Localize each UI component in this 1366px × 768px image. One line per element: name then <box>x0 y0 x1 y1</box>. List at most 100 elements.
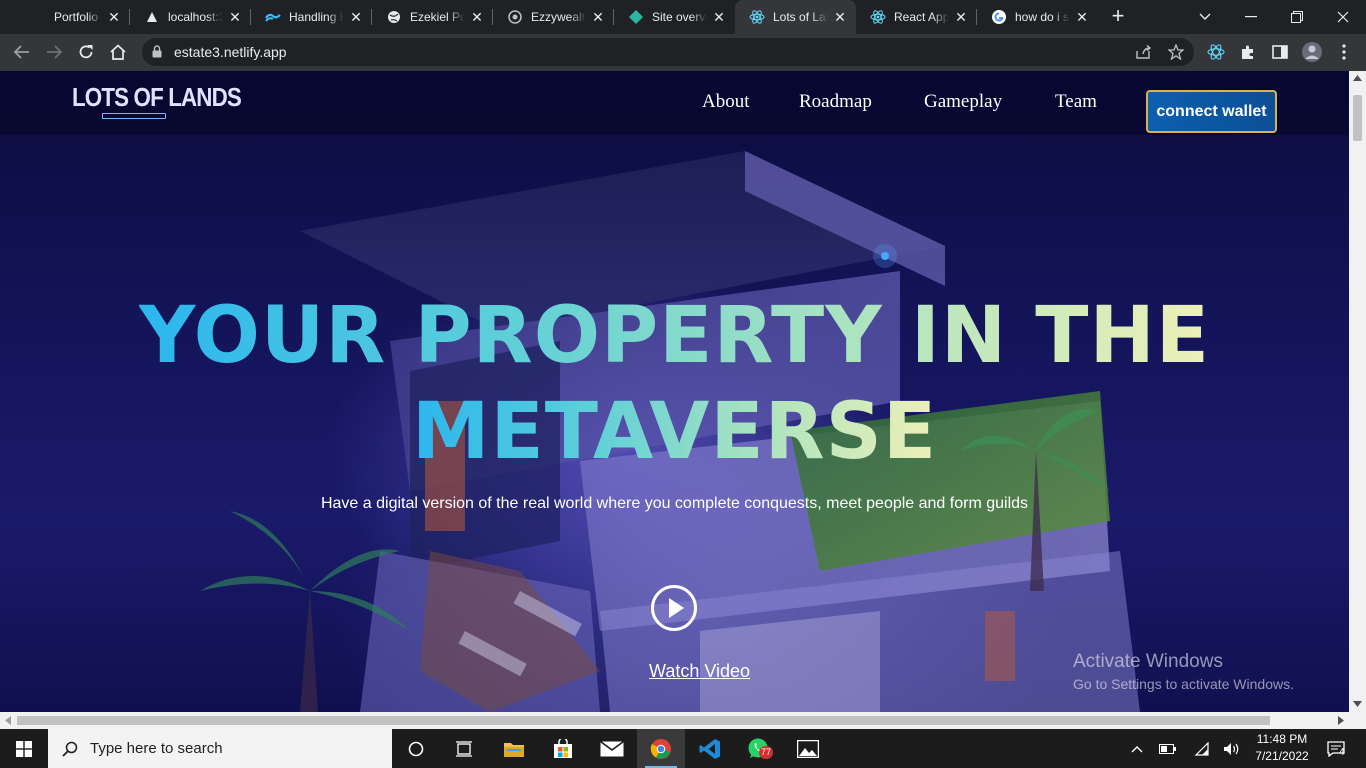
close-tab-icon[interactable]: ✕ <box>590 9 606 25</box>
tab-title: how do i s <box>1015 10 1070 24</box>
close-window-button[interactable] <box>1320 0 1366 34</box>
browser-toolbar: estate3.netlify.app <box>0 34 1366 71</box>
more-menu-icon[interactable] <box>1332 40 1356 64</box>
hero-headline: METAVERSE <box>0 384 1349 480</box>
hero-headline-line1: YOUR PROPERTY IN THE <box>138 291 1211 381</box>
lock-icon[interactable] <box>152 45 162 63</box>
scroll-left-arrow-icon[interactable] <box>5 716 11 725</box>
profile-avatar[interactable] <box>1300 40 1324 64</box>
microsoft-store-icon[interactable] <box>539 729 587 768</box>
restore-button[interactable] <box>1274 0 1320 34</box>
system-clock[interactable]: 11:48 PM 7/21/2022 <box>1254 731 1310 765</box>
scroll-right-arrow-icon[interactable] <box>1338 716 1344 725</box>
back-arrow-icon[interactable] <box>10 40 34 64</box>
hero-headline-line2: METAVERSE <box>411 387 938 477</box>
tab-lots-of-lands[interactable]: Lots of Lan ✕ <box>735 0 856 34</box>
tab-title: Handling H <box>289 10 344 24</box>
chrome-taskbar-icon[interactable] <box>637 729 685 768</box>
tab-strip: Portfolio – ✕ localhost:3 ✕ Handling H ✕… <box>0 0 1366 34</box>
tab-localhost[interactable]: localhost:3 ✕ <box>130 0 251 34</box>
search-icon <box>62 741 78 757</box>
task-view-icon[interactable] <box>440 729 488 768</box>
tab-google[interactable]: how do i s ✕ <box>977 0 1098 34</box>
clock-time: 11:48 PM <box>1256 732 1308 746</box>
react-icon <box>870 9 886 25</box>
close-tab-icon[interactable]: ✕ <box>227 9 243 25</box>
close-tab-icon[interactable]: ✕ <box>711 9 727 25</box>
home-icon[interactable] <box>106 40 130 64</box>
nav-roadmap[interactable]: Roadmap <box>799 91 872 113</box>
whatsapp-badge: 77 <box>759 746 774 759</box>
volume-icon[interactable] <box>1222 739 1242 759</box>
vscode-icon[interactable] <box>686 729 734 768</box>
watch-video-link[interactable]: Watch Video <box>649 661 750 682</box>
tab-title: Site overvie <box>652 10 707 24</box>
nav-gameplay[interactable]: Gameplay <box>924 91 1002 113</box>
tab-netlify[interactable]: Site overvie ✕ <box>614 0 735 34</box>
tab-github[interactable]: Ezzywealth ✕ <box>493 0 614 34</box>
tab-search-chevron-icon[interactable] <box>1182 0 1228 34</box>
reload-icon[interactable] <box>74 40 98 64</box>
hero-subtitle: Have a digital version of the real world… <box>320 495 1029 512</box>
close-tab-icon[interactable]: ✕ <box>106 9 122 25</box>
globe-icon <box>386 9 402 25</box>
vertical-scroll-thumb[interactable] <box>1353 95 1362 141</box>
site-navbar: LOTS OF LANDS About Roadmap Gameplay Tea… <box>0 71 1349 135</box>
close-tab-icon[interactable]: ✕ <box>348 9 364 25</box>
file-explorer-icon[interactable] <box>490 729 538 768</box>
close-tab-icon[interactable]: ✕ <box>953 9 969 25</box>
react-icon <box>749 9 765 25</box>
tab-ezekiel[interactable]: Ezekiel Por ✕ <box>372 0 493 34</box>
url-text[interactable]: estate3.netlify.app <box>174 44 287 60</box>
nav-team[interactable]: Team <box>1055 91 1097 113</box>
close-tab-icon[interactable]: ✕ <box>1074 9 1090 25</box>
address-bar[interactable]: estate3.netlify.app <box>142 38 1194 66</box>
tailwind-icon <box>265 9 281 25</box>
github-icon <box>507 9 523 25</box>
show-hidden-icons-chevron-icon[interactable] <box>1127 739 1147 759</box>
tab-portfolio[interactable]: Portfolio – ✕ <box>16 0 130 34</box>
windows-start-icon[interactable] <box>0 729 48 768</box>
logo-text: LOTS OF LANDS <box>72 82 242 112</box>
tab-react-app[interactable]: React App ✕ <box>856 0 977 34</box>
connect-wallet-button[interactable]: connect wallet <box>1146 90 1277 133</box>
page-viewport: LOTS OF LANDS About Roadmap Gameplay Tea… <box>0 71 1349 712</box>
tab-title: React App <box>894 10 949 24</box>
portfolio-icon <box>30 9 46 25</box>
new-tab-button[interactable]: + <box>1106 5 1130 29</box>
whatsapp-icon[interactable]: 77 <box>735 729 783 768</box>
battery-icon[interactable] <box>1158 739 1178 759</box>
scroll-down-arrow-icon[interactable] <box>1353 701 1362 707</box>
cortana-circle-icon[interactable] <box>392 729 440 768</box>
share-icon[interactable] <box>1132 40 1156 64</box>
bookmark-star-icon[interactable] <box>1164 40 1188 64</box>
activate-windows-title: Activate Windows <box>1073 651 1223 672</box>
minimize-button[interactable] <box>1228 0 1274 34</box>
horizontal-scrollbar[interactable] <box>0 712 1366 729</box>
close-tab-icon[interactable]: ✕ <box>469 9 485 25</box>
lots-of-lands-logo[interactable]: LOTS OF LANDS <box>72 82 242 121</box>
scroll-up-arrow-icon[interactable] <box>1353 75 1362 81</box>
mail-icon[interactable] <box>588 729 636 768</box>
tab-title: Portfolio – <box>54 10 102 24</box>
notification-count: 4 <box>1339 747 1345 758</box>
horizontal-scroll-thumb[interactable] <box>17 716 1270 725</box>
extensions-puzzle-icon[interactable] <box>1236 40 1260 64</box>
photos-icon[interactable] <box>784 729 832 768</box>
tab-title: Lots of Lan <box>773 10 828 24</box>
react-devtools-icon[interactable] <box>1204 40 1228 64</box>
windows-taskbar: Type here to search 77 11:48 PM 7/21/202… <box>0 729 1366 768</box>
nav-about[interactable]: About <box>702 91 750 113</box>
forward-arrow-icon[interactable] <box>42 40 66 64</box>
close-tab-icon[interactable]: ✕ <box>832 9 848 25</box>
play-video-icon[interactable] <box>651 585 697 631</box>
vertical-scrollbar[interactable] <box>1349 71 1366 712</box>
activate-windows-watermark: Activate Windows Go to Settings to activ… <box>1073 651 1294 692</box>
taskbar-search-box[interactable]: Type here to search <box>48 729 392 768</box>
wifi-icon[interactable] <box>1192 739 1212 759</box>
side-panel-icon[interactable] <box>1268 40 1292 64</box>
notification-center-icon[interactable]: 4 <box>1324 739 1348 759</box>
google-icon <box>991 9 1007 25</box>
tab-handling[interactable]: Handling H ✕ <box>251 0 372 34</box>
clock-date: 7/21/2022 <box>1255 749 1309 763</box>
